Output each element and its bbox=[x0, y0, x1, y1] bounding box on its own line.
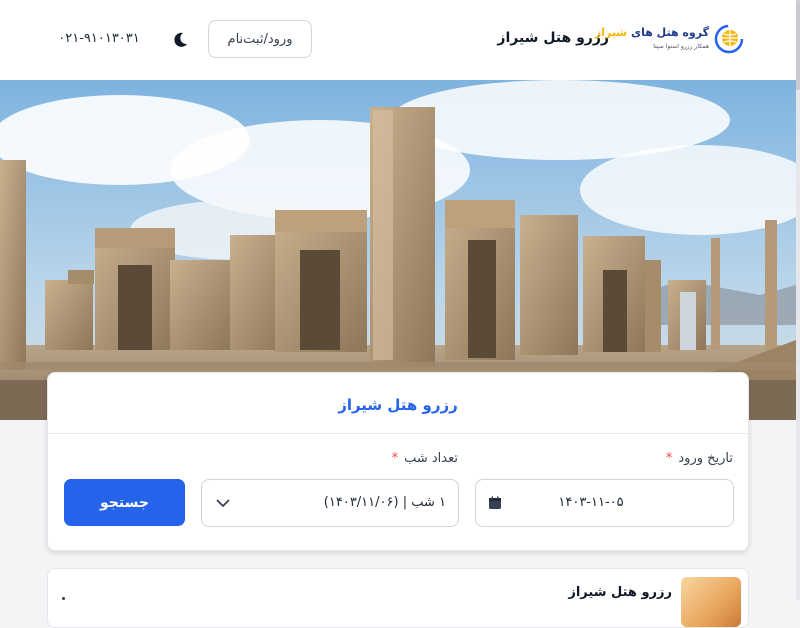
chevron-down-icon bbox=[216, 499, 230, 508]
nights-label: تعداد شب bbox=[404, 451, 458, 466]
checkin-date-field[interactable]: ۱۴۰۳-۱۱-۰۵ bbox=[475, 479, 734, 527]
hotel-result-title[interactable]: رزرو هتل شیراز bbox=[488, 585, 672, 600]
nights-select[interactable]: ۱ شب | (۱۴۰۳/۱۱/۰۶) bbox=[201, 479, 459, 527]
card-divider bbox=[48, 433, 748, 434]
phone-number[interactable]: ۰۲۱-۹۱۰۱۳۰۳۱ bbox=[54, 31, 144, 46]
logo-text[interactable]: گروه هتل های شیراز bbox=[595, 26, 709, 39]
site-name[interactable]: رزرو هتل شیراز bbox=[497, 30, 609, 46]
globe-icon bbox=[714, 24, 744, 54]
hero-illustration bbox=[0, 80, 796, 420]
page-scrollbar[interactable] bbox=[796, 0, 800, 600]
checkin-date-value: ۱۴۰۳-۱۱-۰۵ bbox=[558, 495, 624, 510]
checkin-label-wrap: تاریخ ورود * bbox=[613, 451, 733, 466]
hero-image-persepolis bbox=[0, 80, 796, 420]
nights-label-wrap: تعداد شب * bbox=[338, 451, 458, 466]
top-header: گروه هتل های شیراز همکار رزرو اسنوا سپتا… bbox=[0, 0, 796, 80]
moon-icon[interactable] bbox=[170, 30, 190, 50]
calendar-icon bbox=[489, 496, 501, 509]
hotel-result-card[interactable]: رزرو هتل شیراز bbox=[47, 568, 749, 628]
checkin-label: تاریخ ورود bbox=[678, 451, 733, 466]
scrollbar-thumb[interactable] bbox=[796, 0, 800, 90]
search-button[interactable]: جستجو bbox=[64, 479, 185, 526]
required-mark: * bbox=[665, 451, 673, 466]
nights-select-value: ۱ شب | (۱۴۰۳/۱۱/۰۶) bbox=[323, 495, 446, 510]
login-signup-button[interactable]: ورود/ثبت‌نام bbox=[208, 20, 312, 58]
search-card-title: رزرو هتل شیراز bbox=[338, 396, 458, 414]
hotel-search-card: رزرو هتل شیراز تاریخ ورود * تعداد شب * ۱۴۰… bbox=[47, 372, 749, 551]
logo-subtitle: همکار رزرو اسنوا سپتا bbox=[653, 43, 709, 50]
required-mark: * bbox=[391, 451, 399, 466]
hotel-thumbnail[interactable] bbox=[681, 577, 741, 627]
